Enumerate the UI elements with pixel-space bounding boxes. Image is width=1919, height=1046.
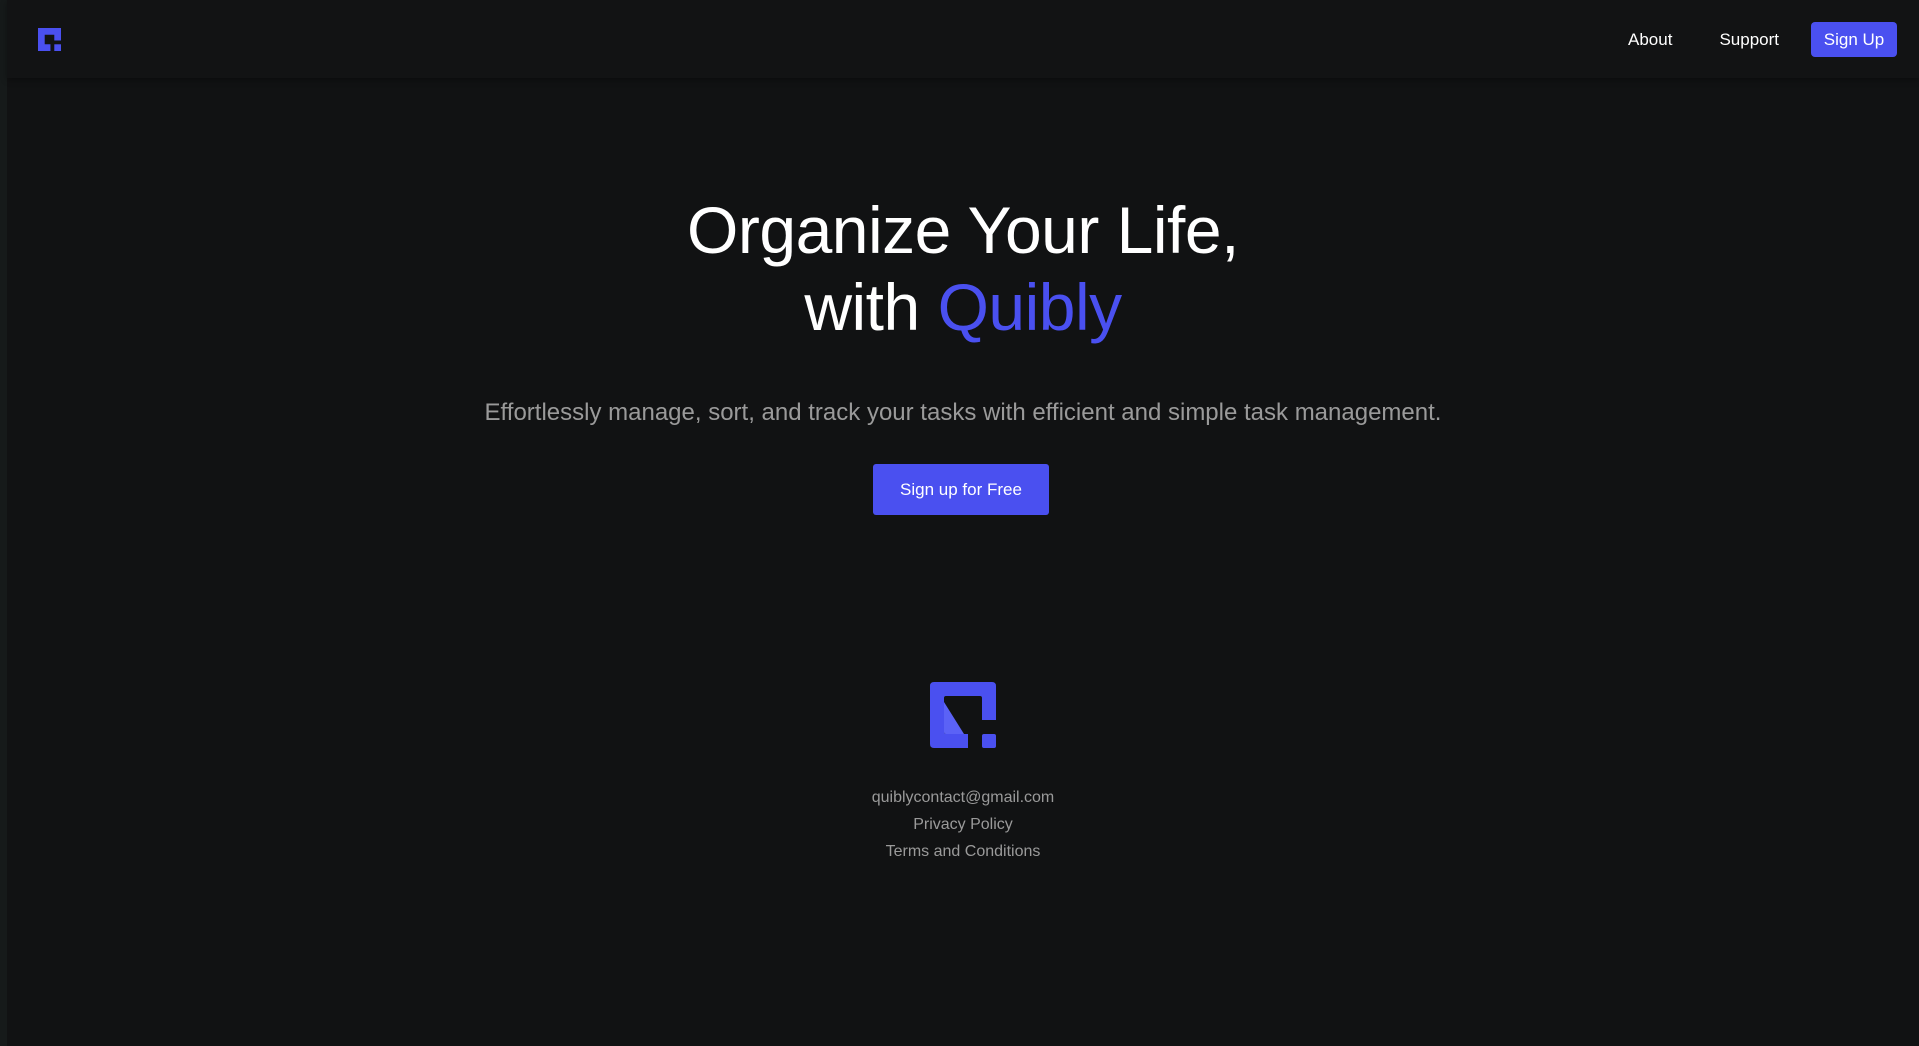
page: About Support Sign Up Organize Your Life…: [0, 0, 1919, 1046]
footer-privacy-link[interactable]: Privacy Policy: [913, 811, 1013, 838]
sign-up-free-button[interactable]: Sign up for Free: [873, 464, 1049, 515]
hero-brand-name: Quibly: [937, 270, 1123, 344]
footer-links: quiblycontact@gmail.com Privacy Policy T…: [7, 784, 1919, 865]
nav-link-support[interactable]: Support: [1719, 30, 1779, 50]
nav-link-about[interactable]: About: [1628, 30, 1672, 50]
nav-links: About Support Sign Up: [1628, 22, 1897, 57]
sign-up-button[interactable]: Sign Up: [1811, 22, 1897, 57]
footer: quiblycontact@gmail.com Privacy Policy T…: [7, 682, 1919, 865]
hero-section: Organize Your Life, with Quibly Effortle…: [7, 192, 1919, 515]
hero-title: Organize Your Life, with Quibly: [7, 192, 1919, 346]
navbar: About Support Sign Up: [7, 0, 1919, 78]
hero-subtitle: Effortlessly manage, sort, and track you…: [484, 399, 1442, 426]
quibly-logo-icon: [930, 682, 996, 748]
hero-title-line2-prefix: with: [804, 270, 920, 344]
footer-terms-link[interactable]: Terms and Conditions: [886, 838, 1041, 865]
footer-email-link[interactable]: quiblycontact@gmail.com: [872, 784, 1055, 811]
hero-title-line1: Organize Your Life,: [687, 193, 1239, 267]
quibly-logo-icon[interactable]: [38, 28, 61, 51]
